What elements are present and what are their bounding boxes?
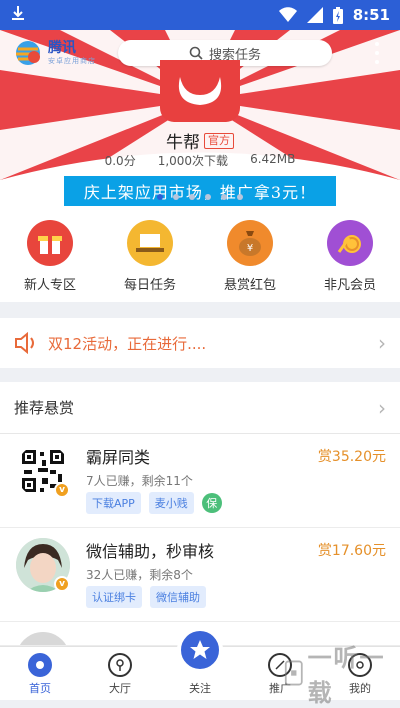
- nav-mine[interactable]: 我的: [320, 647, 400, 700]
- star-icon: [177, 627, 223, 673]
- guarantee-shield-icon: 保: [201, 493, 222, 513]
- promo-strip[interactable]: 庆上架应用市场，推广拿3元！: [64, 176, 336, 206]
- wifi-icon: [278, 7, 297, 22]
- nav-label: 首页: [29, 682, 51, 695]
- feature-label: 每日任务: [123, 278, 176, 293]
- download-icon: [10, 5, 279, 25]
- feature-bounty[interactable]: ¥ 悬赏红包: [200, 214, 300, 302]
- pager-dot: [157, 194, 163, 200]
- app-store-logo: 腾讯 安卓应用商店: [14, 38, 124, 68]
- svg-text:¥: ¥: [247, 243, 253, 254]
- task-reward: 赏17.60元: [317, 543, 386, 559]
- nav-label: 我的: [349, 682, 371, 695]
- status-time: 8:51: [352, 6, 390, 24]
- home-icon: [28, 653, 52, 677]
- nav-home[interactable]: 首页: [0, 647, 80, 700]
- task-tag: 下载APP: [86, 492, 141, 514]
- nav-hall[interactable]: 大厅: [80, 647, 160, 700]
- signal-icon: [306, 7, 323, 23]
- vip-coin-icon: [327, 220, 373, 266]
- hall-icon: [108, 653, 132, 677]
- money-bag-icon: ¥: [227, 220, 273, 266]
- task-item[interactable]: v 微信辅助，秒审核 32人已赚，剩余8个 认证绑卡 微信辅助 赏17.60元: [0, 528, 400, 622]
- task-tag: 微信辅助: [150, 586, 206, 608]
- section-title: 推荐悬赏: [14, 399, 75, 417]
- task-meta: 7人已赚，剩余11个: [86, 474, 193, 488]
- search-icon: [189, 46, 203, 60]
- logo-subtitle: 安卓应用商店: [48, 56, 96, 65]
- task-title: 微信辅助，秒审核: [86, 542, 215, 561]
- promote-icon: [268, 653, 292, 677]
- task-reward: 赏35.20元: [317, 449, 386, 465]
- bottom-navigation: 首页 大厅 关注 推广 我的: [0, 627, 400, 700]
- feature-label: 非凡会员: [323, 278, 376, 293]
- pager-dot: [221, 194, 227, 200]
- pager-dot: [237, 194, 243, 200]
- notice-text: 双12活动，正在进行....: [48, 334, 207, 353]
- nav-label: 推广: [269, 682, 291, 695]
- app-downloads: 1,000次下载: [157, 154, 229, 168]
- gift-icon: [27, 220, 73, 266]
- more-menu-icon[interactable]: [374, 42, 380, 64]
- task-item[interactable]: v 霸屏同类 7人已赚，剩余11个 下载APP 麦小贱 保 赏35.20元: [0, 434, 400, 528]
- app-stats: 0.0分 1,000次下载 6.42MB: [0, 152, 400, 169]
- nav-follow[interactable]: 关注: [160, 627, 240, 700]
- verified-badge-icon: v: [54, 576, 70, 592]
- banner-pager: [0, 194, 400, 200]
- pager-dot: [189, 194, 195, 200]
- laptop-icon: [127, 220, 173, 266]
- task-tag: 麦小贱: [148, 492, 194, 514]
- app-size: 6.42MB: [250, 152, 296, 166]
- verified-badge-icon: v: [54, 482, 70, 498]
- speaker-icon: [15, 332, 34, 354]
- recommended-bounty-header[interactable]: 推荐悬赏 ›: [0, 382, 400, 434]
- featured-app-icon[interactable]: [160, 60, 240, 122]
- app-rating: 0.0分: [104, 154, 136, 168]
- pager-dot: [173, 194, 179, 200]
- chevron-right-icon: ›: [378, 395, 386, 420]
- feature-label: 悬赏红包: [223, 278, 276, 293]
- user-icon: [348, 653, 372, 677]
- feature-daily-task[interactable]: 每日任务: [100, 214, 200, 302]
- feature-label: 新人专区: [23, 278, 76, 293]
- activity-notice[interactable]: 双12活动，正在进行.... ›: [0, 318, 400, 368]
- featured-banner[interactable]: 腾讯 安卓应用商店 搜索任务 牛帮 官方 0.0分 1,000次下载 6.42M…: [0, 30, 400, 214]
- featured-app-name: 牛帮: [166, 133, 200, 153]
- official-badge: 官方: [204, 132, 234, 149]
- nav-label: 大厅: [109, 682, 131, 695]
- feature-vip[interactable]: 非凡会员: [300, 214, 400, 302]
- logo-title: 腾讯: [48, 39, 76, 56]
- task-meta: 32人已赚，剩余8个: [86, 568, 193, 582]
- task-tag: 认证绑卡: [86, 586, 142, 608]
- nav-label: 关注: [189, 682, 211, 695]
- feature-grid: 新人专区 每日任务 ¥ 悬赏红包 非凡会员: [0, 214, 400, 302]
- logo-icon: [16, 41, 40, 65]
- task-title: 霸屏同类: [86, 448, 151, 467]
- pager-dot: [205, 194, 211, 200]
- battery-icon: [332, 6, 343, 24]
- chevron-right-icon: ›: [378, 331, 386, 355]
- task-avatar: [16, 632, 70, 645]
- feature-newcomer[interactable]: 新人专区: [0, 214, 100, 302]
- nav-promote[interactable]: 推广: [240, 647, 320, 700]
- status-bar: 8:51: [0, 0, 400, 30]
